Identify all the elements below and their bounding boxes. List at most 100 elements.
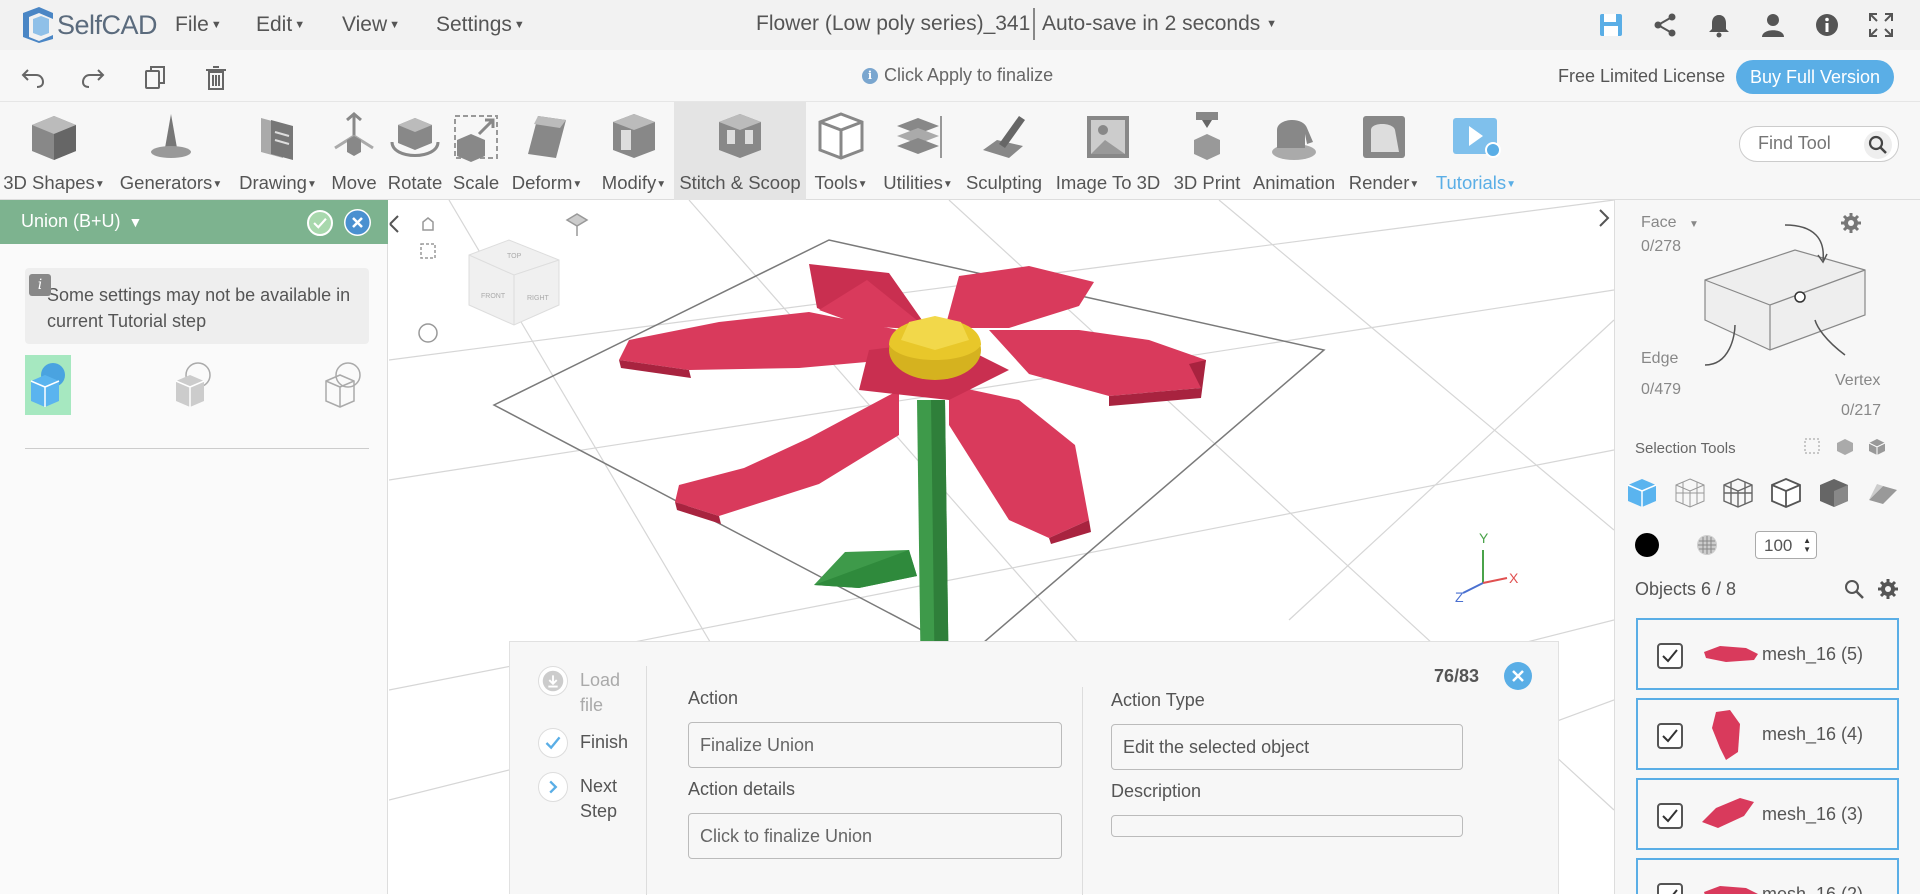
visibility-checkbox[interactable] [1657,883,1683,894]
menu-file[interactable]: File ▼ [175,13,222,37]
orbit-mode-icon[interactable] [418,323,438,343]
select-mesh-icon[interactable] [1721,476,1755,510]
tool-deform[interactable]: Deform▼ [506,102,588,200]
step-load-file[interactable]: Load file [538,666,638,726]
notifications-bell-icon[interactable] [1706,12,1732,38]
menu-file-label: File [175,13,209,36]
object-list-item[interactable]: mesh_16 (5) [1636,618,1899,690]
select-object-icon[interactable] [1625,476,1659,510]
tool-image-to-3d[interactable]: Image To 3D [1050,102,1166,200]
share-icon[interactable] [1652,12,1678,38]
search-icon[interactable] [1864,131,1892,159]
buy-full-version-button[interactable]: Buy Full Version [1736,60,1894,94]
3d-printer-icon [1194,112,1220,160]
caret-down-icon: ▼ [513,19,525,31]
tool-rotate[interactable]: Rotate [384,102,446,200]
tool-move[interactable]: Move [326,102,382,200]
visibility-checkbox[interactable] [1657,723,1683,749]
step-next[interactable]: Next Step [538,772,638,832]
perspective-toggle-icon[interactable] [565,213,589,236]
tool-label-text: Tools [814,172,858,193]
tool-scale[interactable]: Scale [448,102,504,200]
close-x-icon[interactable] [344,209,371,236]
selfcad-logo[interactable]: SelfCAD [19,4,159,46]
close-x-icon[interactable] [1504,662,1532,690]
flower-petals[interactable] [619,264,1206,544]
delete-trash-icon[interactable] [203,64,229,90]
axis-y-label: Y [1479,530,1489,546]
visibility-checkbox[interactable] [1657,643,1683,669]
action-details-field: Click to finalize Union [688,813,1062,859]
wireframe-toggle-icon[interactable] [1695,533,1719,557]
object-list-item[interactable]: mesh_16 (2) [1636,858,1899,894]
select-face-icon[interactable] [1817,476,1851,510]
tool-drawing[interactable]: Drawing▼ [232,102,324,200]
union-option-3-icon[interactable] [320,355,366,415]
tool-modify[interactable]: Modify▼ [594,102,674,200]
tool-label-text: Drawing [239,172,307,193]
stepper-arrows-icon[interactable]: ▲ ▼ [1803,536,1811,554]
action-label: Action [688,688,739,708]
description-label: Description [1111,781,1202,801]
tool-generators[interactable]: Generators▼ [116,102,226,200]
tool-3d-shapes[interactable]: 3D Shapes▼ [0,102,108,200]
fullscreen-icon[interactable] [1868,12,1894,38]
petal-thumbnail [1704,886,1758,894]
search-icon[interactable] [1843,578,1865,600]
autosave-dropdown[interactable]: Auto-save in 2 seconds ▼ [1042,12,1277,36]
collapse-left-arrow-icon[interactable] [389,215,399,233]
tool-stitch-scoop[interactable]: Stitch & Scoop [674,102,806,200]
tool-label-text: Tutorials [1435,172,1507,193]
document-title[interactable]: Flower (Low poly series)_341 [756,12,1030,36]
panel-title-dropdown[interactable]: Union (B+U) ▼ [21,211,142,232]
box-select-icon[interactable] [1803,437,1823,457]
gear-icon[interactable] [1877,578,1899,600]
visibility-checkbox[interactable] [1657,803,1683,829]
select-polygon-icon[interactable] [1673,476,1707,510]
action-details-label: Action details [688,779,796,799]
copy-icon[interactable] [142,64,168,90]
tool-tools[interactable]: Tools▼ [808,102,874,200]
tool-3d-print[interactable]: 3D Print [1168,102,1246,200]
fit-view-icon[interactable] [420,243,436,259]
select-mode-3-icon[interactable] [1867,437,1887,457]
undo-icon[interactable] [20,64,46,90]
panel-divider [25,448,369,449]
download-icon [538,666,568,696]
tool-render[interactable]: Render▼ [1344,102,1424,200]
tool-utilities[interactable]: Utilities▼ [876,102,960,200]
tool-sculpting[interactable]: Sculpting [962,102,1046,200]
apply-check-icon[interactable] [307,210,333,236]
save-icon[interactable] [1598,12,1624,38]
action-type-label: Action Type [1111,690,1205,710]
panel-title: Union (B+U) [21,211,121,231]
select-mode-2-icon[interactable] [1835,437,1855,457]
union-option-2-icon[interactable] [170,355,216,415]
redo-icon[interactable] [80,64,106,90]
opacity-value: 100 [1764,536,1793,555]
select-plane-icon[interactable] [1865,476,1899,510]
menu-edit[interactable]: Edit ▼ [256,13,305,37]
object-list-item[interactable]: mesh_16 (4) [1636,698,1899,770]
view-cube[interactable]: TOP FRONT RIGHT [468,239,560,326]
select-edge-icon[interactable] [1769,476,1803,510]
menu-settings[interactable]: Settings ▼ [436,13,525,37]
object-name: mesh_16 (4) [1762,724,1864,744]
objects-count-label: Objects 6 / 8 [1635,579,1737,599]
caret-down-icon: ▼ [210,19,222,31]
user-account-icon[interactable] [1760,12,1786,38]
help-info-icon[interactable] [1814,12,1840,38]
find-tool-search[interactable] [1739,126,1899,162]
object-color-swatch[interactable] [1635,533,1659,557]
menu-view[interactable]: View ▼ [342,13,400,37]
caret-down-icon: ▼ [857,179,868,190]
collapse-right-arrow-icon[interactable] [1599,209,1610,227]
tool-animation[interactable]: Animation [1246,102,1342,200]
home-view-icon[interactable] [422,217,434,231]
opacity-stepper[interactable]: 100 ▲ ▼ [1755,531,1817,559]
tool-tutorials[interactable]: Tutorials▼ [1428,102,1524,200]
union-mode-icon[interactable] [25,355,71,415]
find-tool-input[interactable] [1758,133,1858,154]
sculpting-brush-icon [983,116,1025,158]
object-list-item[interactable]: mesh_16 (3) [1636,778,1899,850]
